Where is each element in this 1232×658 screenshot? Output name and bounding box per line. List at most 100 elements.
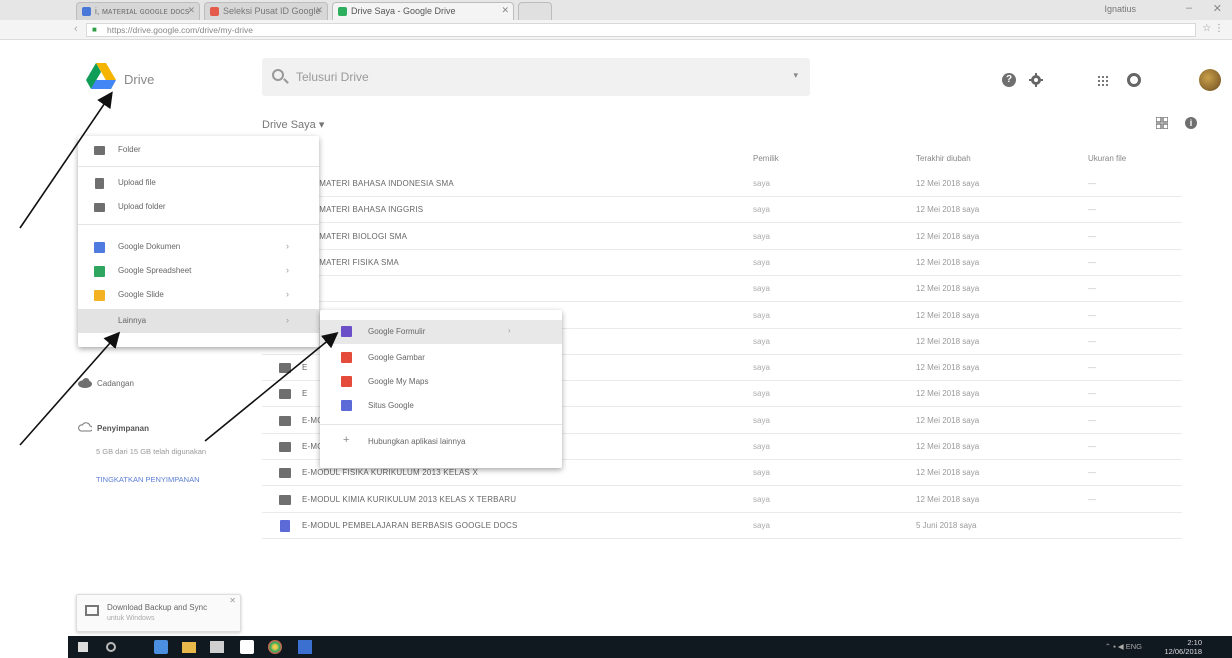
chrome-icon[interactable] <box>268 640 282 654</box>
system-tray[interactable]: ⌃ ▪ ◀ ENG <box>1105 642 1142 651</box>
clock[interactable]: 2:10 12/06/2018 <box>1164 638 1202 656</box>
promo-title: Download Backup and Sync <box>107 603 208 612</box>
file-modified: 12 Mei 2018 saya <box>916 336 980 346</box>
file-size: — <box>1088 284 1096 294</box>
file-modified: 12 Mei 2018 saya <box>916 363 980 373</box>
file-explorer-icon[interactable] <box>182 642 196 653</box>
file-size: — <box>1088 363 1096 373</box>
close-icon[interactable]: ✕ <box>315 5 323 16</box>
url-text: https://drive.google.com/drive/my-drive <box>107 25 253 35</box>
drive-logo-icon[interactable] <box>86 63 116 89</box>
menu-item-google-slides[interactable]: Google Slide › <box>78 283 319 307</box>
column-header-owner[interactable]: Pemilik <box>753 154 779 163</box>
table-row[interactable]: 14A/MATERI BAHASA INGGRIS saya 12 Mei 2018… <box>262 197 1182 224</box>
gear-icon[interactable] <box>1029 73 1043 87</box>
search-options-icon[interactable]: ▾ <box>793 70 798 81</box>
close-icon[interactable]: ✕ <box>501 5 509 16</box>
google-drawings-icon <box>341 352 352 363</box>
upgrade-storage-link[interactable]: TINGKATKAN PENYIMPANAN <box>96 475 206 484</box>
apps-grid-icon[interactable] <box>1098 76 1108 86</box>
google-my-maps-icon <box>341 376 352 387</box>
breadcrumb[interactable]: Drive Saya ▾ <box>262 118 324 131</box>
chevron-right-icon: › <box>286 265 289 275</box>
menu-divider <box>320 424 562 425</box>
menu-item-upload-folder[interactable]: Upload folder <box>78 195 319 219</box>
file-owner: saya <box>753 179 770 188</box>
store-icon[interactable] <box>210 641 224 653</box>
file-size: — <box>1088 415 1096 425</box>
file-modified: 12 Mei 2018 saya <box>916 468 980 478</box>
help-icon[interactable]: ? <box>1002 73 1016 87</box>
file-size: — <box>1088 442 1096 451</box>
avatar[interactable] <box>1199 69 1221 91</box>
notifications-icon[interactable] <box>1127 73 1141 87</box>
new-tab-button[interactable] <box>518 2 552 20</box>
profile-name[interactable]: Ignatius <box>1104 4 1136 14</box>
menu-item-upload-file[interactable]: Upload file <box>78 171 319 195</box>
start-icon[interactable] <box>78 642 88 652</box>
google-docs-icon <box>94 242 105 253</box>
browser-tab[interactable]: Ꭵ, ᴍᴀᴛᴇʀɪᴀʟ ɢᴏᴏɢʟᴇ ᴅᴏᴄꜱ ✕ <box>76 2 200 20</box>
menu-item-google-docs[interactable]: Google Dokumen › <box>78 235 319 259</box>
mail-icon[interactable] <box>240 640 254 654</box>
table-row[interactable]: 14A/MATERI BAHASA INDONESIA SMA saya 12 Me… <box>262 171 1182 197</box>
table-row[interactable]: saya 12 Mei 2018 saya — <box>262 276 1182 303</box>
menu-item-label: Google Dokumen <box>118 242 181 251</box>
menu-item-more[interactable]: Lainnya › <box>78 309 319 333</box>
table-row[interactable]: 14A/MATERI FISIKA SMA saya 12 Mei 2018 say… <box>262 250 1182 276</box>
column-header-modified[interactable]: Terakhir diubah <box>916 154 971 163</box>
info-icon[interactable]: i <box>1185 117 1197 129</box>
file-owner: saya <box>753 336 770 346</box>
search-icon[interactable] <box>272 69 284 81</box>
menu-item-connect-more-apps[interactable]: + Hubungkan aplikasi lainnya <box>320 430 562 454</box>
table-row[interactable]: 14A/MATERI BIOLOGI SMA saya 12 Mei 2018 sa… <box>262 224 1182 250</box>
backup-sync-promo[interactable]: Download Backup and Sync untuk Windows ✕ <box>76 594 241 632</box>
minimize-icon[interactable]: – <box>1186 2 1192 14</box>
menu-item-google-drawings[interactable]: Google Gambar <box>320 346 562 370</box>
close-window-icon[interactable]: ✕ <box>1213 2 1222 15</box>
promo-subtitle: untuk Windows <box>107 615 155 622</box>
new-item-menu: Folder Upload file Upload folder Google … <box>78 136 319 347</box>
folder-icon <box>279 494 291 505</box>
folder-icon <box>279 415 291 426</box>
menu-item-google-sites[interactable]: Situs Google <box>320 394 562 418</box>
search-bar[interactable]: Telusuri Drive ▾ <box>262 58 810 96</box>
menu-divider <box>78 224 319 225</box>
close-icon[interactable]: ✕ <box>229 596 236 605</box>
tab-favicon-icon <box>338 7 347 16</box>
menu-item-label: Google Slide <box>118 290 164 299</box>
menu-item-google-my-maps[interactable]: Google My Maps <box>320 370 562 394</box>
edge-icon[interactable] <box>154 640 168 654</box>
table-row[interactable]: E-MODUL PEMBELAJARAN BERBASIS GOOGLE DOC… <box>262 513 1182 539</box>
file-size: — <box>1088 494 1096 504</box>
more-apps-submenu: Google Formulir › Google Gambar Google M… <box>320 310 562 468</box>
search-input[interactable]: Telusuri Drive <box>296 70 369 84</box>
address-bar: ‹ ↻ ■ https://drive.google.com/drive/my-… <box>0 20 1232 40</box>
column-header-size[interactable]: Ukuran file <box>1088 154 1126 163</box>
back-icon[interactable]: ‹ <box>74 23 78 35</box>
file-size: — <box>1088 468 1096 478</box>
bookmark-star-icon[interactable]: ☆ ⋮ <box>1202 23 1224 34</box>
file-modified: 12 Mei 2018 saya <box>916 231 980 241</box>
grid-view-icon[interactable] <box>1156 117 1168 129</box>
app-icon[interactable] <box>298 640 312 654</box>
menu-item-label: Lainnya <box>118 316 147 325</box>
chevron-right-icon[interactable]: › <box>508 326 511 335</box>
file-name: E-MODUL PEMBELAJARAN BERBASIS GOOGLE DOC… <box>302 520 518 530</box>
browser-tab-active[interactable]: Drive Saya - Google Drive ✕ <box>332 2 514 20</box>
tab-favicon-icon <box>210 7 219 16</box>
file-modified: 12 Mei 2018 saya <box>916 284 980 294</box>
file-upload-icon <box>95 178 104 189</box>
table-row[interactable]: E-MODUL KIMIA KURIKULUM 2013 KELAS X TER… <box>262 487 1182 513</box>
storage-usage-text: 5 GB dari 15 GB telah digunakan <box>96 447 207 456</box>
url-field[interactable]: ■ https://drive.google.com/drive/my-driv… <box>86 23 1196 37</box>
chevron-right-icon: › <box>286 315 289 325</box>
sidebar-item-label: Cadangan <box>97 379 134 388</box>
menu-item-google-forms[interactable]: Google Formulir › <box>320 320 562 344</box>
search-icon[interactable] <box>106 642 116 652</box>
menu-item-folder[interactable]: Folder <box>78 138 319 162</box>
close-icon[interactable]: ✕ <box>187 5 195 16</box>
menu-item-google-sheets[interactable]: Google Spreadsheet › <box>78 259 319 283</box>
browser-tab[interactable]: Seleksi Pusat ID Google ✕ <box>204 2 328 20</box>
menu-divider <box>78 166 319 167</box>
